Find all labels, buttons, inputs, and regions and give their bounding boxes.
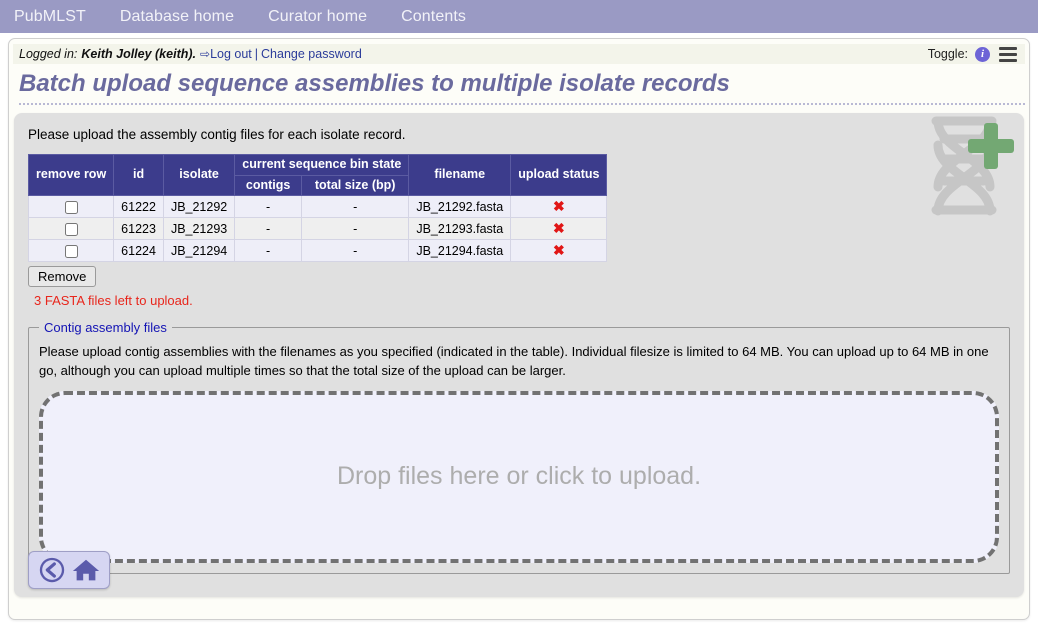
cell-contigs: - <box>234 195 302 219</box>
cell-id: 61222 <box>113 195 164 219</box>
cell-remove-checkbox[interactable] <box>27 217 115 241</box>
intro-text: Please upload the assembly contig files … <box>28 127 406 142</box>
table-header-row-1: remove row id isolate current sequence b… <box>27 153 608 197</box>
nav-link-pubmlst[interactable]: PubMLST <box>14 8 86 26</box>
files-left-message: 3 FASTA files left to upload. <box>34 293 193 309</box>
th-total-size: total size (bp) <box>300 174 410 197</box>
cell-total-size: - <box>300 239 410 263</box>
cell-total-size: - <box>300 217 410 241</box>
table-row: 61222 JB_21292 - - JB_21292.fasta ✖ <box>27 195 608 219</box>
nav-link-contents[interactable]: Contents <box>401 8 466 26</box>
log-out-link[interactable]: Log out <box>210 47 252 61</box>
th-remove-row: remove row <box>27 153 115 197</box>
toggle-label: Toggle: <box>927 47 968 61</box>
isolate-upload-table: remove row id isolate current sequence b… <box>27 153 608 263</box>
th-upload-status: upload status <box>510 153 608 197</box>
nav-link-curator-home[interactable]: Curator home <box>268 8 367 26</box>
cell-id: 61224 <box>113 239 164 263</box>
toggle-controls: Toggle: i <box>927 46 1019 62</box>
upload-failed-icon: ✖ <box>552 220 565 237</box>
th-current-sequence-bin-state: current sequence bin state <box>234 154 410 176</box>
remove-row-checkbox[interactable] <box>64 244 78 258</box>
upload-failed-icon: ✖ <box>552 198 565 215</box>
cell-upload-status: ✖ <box>510 239 608 263</box>
remove-row-checkbox[interactable] <box>64 200 78 214</box>
cell-filename: JB_21294.fasta <box>408 239 512 263</box>
remove-row-checkbox[interactable] <box>64 222 78 236</box>
change-password-link[interactable]: Change password <box>261 47 362 61</box>
top-navigation-bar: PubMLST Database home Curator home Conte… <box>0 0 1038 33</box>
th-isolate: isolate <box>162 153 236 197</box>
cell-total-size: - <box>300 195 410 219</box>
home-icon[interactable] <box>71 555 101 585</box>
table-row: 61224 JB_21294 - - JB_21294.fasta ✖ <box>27 239 608 263</box>
logout-arrow-icon: ⇨ <box>200 47 211 61</box>
file-dropzone[interactable]: Drop files here or click to upload. <box>39 390 999 563</box>
page-container: Logged in: Keith Jolley (keith). ⇨ Log o… <box>8 38 1030 620</box>
login-status-bar: Logged in: Keith Jolley (keith). ⇨ Log o… <box>13 44 1025 64</box>
table-body: 61222 JB_21292 - - JB_21292.fasta ✖ 6122… <box>27 195 608 263</box>
login-links-separator: | <box>254 47 259 61</box>
cell-isolate: JB_21294 <box>162 239 236 263</box>
table-row: 61223 JB_21293 - - JB_21293.fasta ✖ <box>27 217 608 241</box>
remove-button[interactable]: Remove <box>28 266 97 288</box>
contig-assembly-fieldset: Contig assembly files Please upload cont… <box>28 320 1010 574</box>
info-icon[interactable]: i <box>975 46 990 62</box>
th-id: id <box>113 153 164 197</box>
th-filename: filename <box>408 153 512 197</box>
hamburger-menu-icon[interactable] <box>999 46 1017 62</box>
logged-in-label: Logged in: <box>19 47 78 61</box>
cell-id: 61223 <box>113 217 164 241</box>
upload-failed-icon: ✖ <box>552 242 565 259</box>
cell-isolate: JB_21293 <box>162 217 236 241</box>
cell-isolate: JB_21292 <box>162 195 236 219</box>
fieldset-description: Please upload contig assemblies with the… <box>39 344 989 379</box>
dropzone-label: Drop files here or click to upload. <box>336 462 702 491</box>
cell-remove-checkbox[interactable] <box>27 195 115 219</box>
cell-contigs: - <box>234 217 302 241</box>
cell-filename: JB_21292.fasta <box>408 195 512 219</box>
table-head: remove row id isolate current sequence b… <box>27 153 608 197</box>
cell-upload-status: ✖ <box>510 217 608 241</box>
bottom-navigation-bar <box>28 551 110 589</box>
th-contigs: contigs <box>234 174 302 197</box>
cell-filename: JB_21293.fasta <box>408 217 512 241</box>
cell-upload-status: ✖ <box>510 195 608 219</box>
cell-contigs: - <box>234 239 302 263</box>
main-content-panel: Please upload the assembly contig files … <box>14 113 1024 597</box>
page-title: Batch upload sequence assemblies to mult… <box>19 70 1025 105</box>
cell-remove-checkbox[interactable] <box>27 239 115 263</box>
logged-in-username: Keith Jolley (keith). <box>81 47 196 61</box>
contig-assembly-legend: Contig assembly files <box>44 320 167 336</box>
nav-link-database-home[interactable]: Database home <box>120 8 234 26</box>
back-arrow-icon[interactable] <box>37 555 67 585</box>
